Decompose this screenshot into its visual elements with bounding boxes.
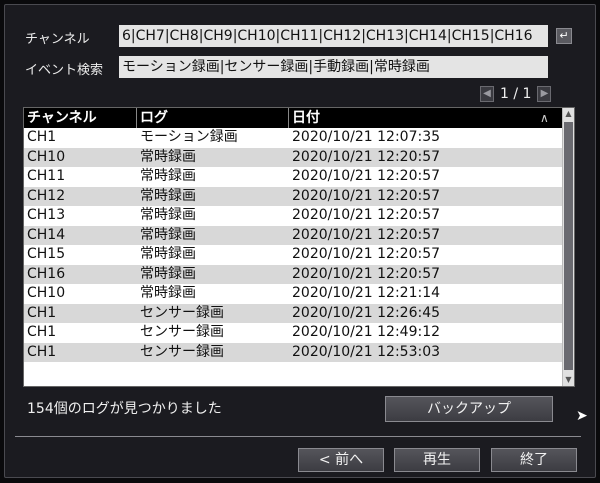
cell-date: 2020/10/21 12:20:57 [292, 265, 441, 282]
table-row[interactable]: CH1 センサー録画 2020/10/21 12:26:45 [24, 303, 562, 323]
cell-log: 常時録画 [140, 187, 196, 204]
backup-button[interactable]: バックアップ [385, 396, 553, 422]
log-table: チャンネル ログ 日付 ∧ CH1 モーション録画 2020/10/21 12:07… [23, 107, 575, 387]
cell-channel: CH1 [27, 324, 57, 340]
channel-label: チャンネル [25, 32, 90, 47]
table-row[interactable]: CH13 常時録画 2020/10/21 12:20:57 [24, 206, 562, 226]
page-indicator: 1 / 1 [500, 86, 532, 102]
cell-date: 2020/10/21 12:20:57 [292, 207, 441, 223]
cell-date: 2020/10/21 12:21:14 [292, 285, 441, 301]
cell-channel: CH1 [27, 343, 57, 360]
scroll-down-icon[interactable]: ▼ [563, 374, 574, 386]
cell-log: 常時録画 [140, 148, 196, 165]
cell-log: 常時録画 [140, 168, 196, 184]
play-button[interactable]: 再生 [394, 448, 480, 472]
cell-date: 2020/10/21 12:20:57 [292, 168, 441, 184]
table-row[interactable]: CH1 センサー録画 2020/10/21 12:53:03 [24, 342, 562, 362]
cell-channel: CH10 [27, 285, 66, 301]
cell-channel: CH13 [27, 207, 66, 223]
mouse-cursor-icon: ➤ [576, 408, 588, 424]
cell-channel: CH12 [27, 187, 66, 204]
cell-date: 2020/10/21 12:20:57 [292, 148, 441, 165]
table-row[interactable]: CH1 モーション録画 2020/10/21 12:07:35 [24, 128, 562, 148]
scroll-up-icon[interactable]: ▲ [563, 108, 574, 120]
cell-log: 常時録画 [140, 226, 196, 243]
cell-date: 2020/10/21 12:20:57 [292, 246, 441, 262]
cell-log: センサー録画 [140, 304, 224, 321]
cell-channel: CH11 [27, 168, 66, 184]
result-count-text: 154個のログが見つかりました [27, 401, 222, 417]
table-scrollbar[interactable]: ▲ ▼ [562, 108, 574, 386]
channel-select-field[interactable]: 6|CH7|CH8|CH9|CH10|CH11|CH12|CH13|CH14|C… [119, 25, 548, 47]
cell-log: 常時録画 [140, 207, 196, 223]
cell-log: センサー録画 [140, 343, 224, 360]
table-row[interactable]: CH10 常時録画 2020/10/21 12:21:14 [24, 284, 562, 304]
table-row[interactable]: CH14 常時録画 2020/10/21 12:20:57 [24, 225, 562, 245]
table-row[interactable]: CH10 常時録画 2020/10/21 12:20:57 [24, 147, 562, 167]
cell-log: センサー録画 [140, 324, 224, 340]
table-row[interactable]: CH15 常時録画 2020/10/21 12:20:57 [24, 245, 562, 265]
divider [15, 436, 581, 437]
event-search-field[interactable]: モーション録画|センサー録画|手動録画|常時録画 [119, 56, 548, 78]
table-row[interactable]: CH16 常時録画 2020/10/21 12:20:57 [24, 264, 562, 284]
col-header-channel[interactable]: チャンネル [27, 108, 97, 128]
cell-log: モーション録画 [140, 129, 238, 145]
page-next-icon[interactable]: ▶ [537, 86, 552, 102]
cell-date: 2020/10/21 12:49:12 [292, 324, 441, 340]
cell-date: 2020/10/21 12:53:03 [292, 343, 441, 360]
cell-date: 2020/10/21 12:20:57 [292, 187, 441, 204]
cell-log: 常時録画 [140, 265, 196, 282]
col-header-date[interactable]: 日付 [292, 108, 320, 128]
cell-date: 2020/10/21 12:07:35 [292, 129, 441, 145]
cell-channel: CH10 [27, 148, 66, 165]
cell-channel: CH1 [27, 304, 57, 321]
cell-log: 常時録画 [140, 246, 196, 262]
cell-log: 常時録画 [140, 285, 196, 301]
table-row[interactable]: CH1 センサー録画 2020/10/21 12:49:12 [24, 323, 562, 343]
col-header-log[interactable]: ログ [140, 108, 168, 128]
scroll-thumb[interactable] [564, 122, 573, 370]
cell-date: 2020/10/21 12:26:45 [292, 304, 441, 321]
event-search-label: イベント検索 [25, 63, 104, 78]
channel-select-icon[interactable]: ↵ [556, 28, 572, 44]
cell-date: 2020/10/21 12:20:57 [292, 226, 441, 243]
prev-button[interactable]: < 前へ [298, 448, 384, 472]
table-header: チャンネル ログ 日付 ∧ [24, 108, 562, 128]
page-prev-icon[interactable]: ◀ [480, 86, 494, 102]
table-row[interactable]: CH12 常時録画 2020/10/21 12:20:57 [24, 186, 562, 206]
cell-channel: CH16 [27, 265, 66, 282]
sort-caret-icon[interactable]: ∧ [540, 108, 549, 128]
done-button[interactable]: 終了 [491, 448, 577, 472]
pager: ◀ 1 / 1 ▶ [480, 85, 552, 103]
table-rows: CH1 モーション録画 2020/10/21 12:07:35 CH10 常時録画 202… [24, 128, 562, 362]
table-row[interactable]: CH11 常時録画 2020/10/21 12:20:57 [24, 167, 562, 187]
cell-channel: CH15 [27, 246, 66, 262]
cell-channel: CH14 [27, 226, 66, 243]
cell-channel: CH1 [27, 129, 57, 145]
